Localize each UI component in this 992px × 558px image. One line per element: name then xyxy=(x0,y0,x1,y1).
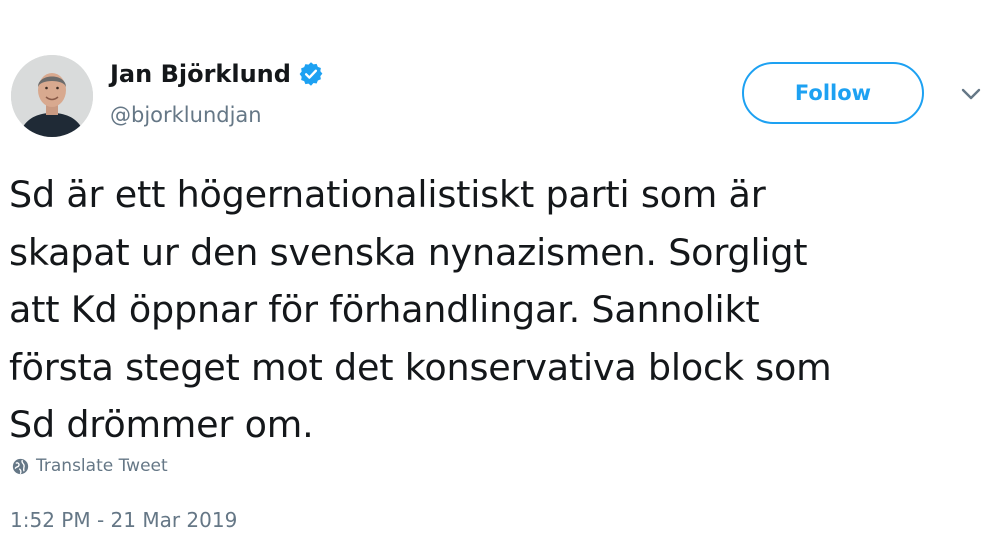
tweet-timestamp[interactable]: 1:52 PM - 21 Mar 2019 xyxy=(10,508,237,532)
avatar-portrait-icon xyxy=(11,55,93,137)
translate-tweet-link[interactable]: Translate Tweet xyxy=(12,456,168,476)
user-handle[interactable]: @bjorklundjan xyxy=(110,102,262,128)
tweet-card: Jan Björklund @bjorklundjan Follow Sd är… xyxy=(0,0,992,558)
follow-button[interactable]: Follow xyxy=(742,62,924,124)
tweet-text: Sd är ett högernationalistiskt parti som… xyxy=(9,166,984,454)
avatar[interactable] xyxy=(11,55,93,137)
tweet-text-line: Sd är ett högernationalistiskt parti som… xyxy=(9,173,766,216)
verified-badge-icon xyxy=(299,62,323,86)
display-name[interactable]: Jan Björklund xyxy=(110,59,324,89)
tweet-text-line: första steget mot det konservativa block… xyxy=(9,345,832,389)
tweet-text-line: att Kd öppnar för förhandlingar. Sannoli… xyxy=(9,288,760,331)
display-name-text[interactable]: Jan Björklund xyxy=(110,59,291,89)
globe-icon xyxy=(12,458,29,474)
tweet-text-line: skapat ur den svenska nynazismen. Sorgli… xyxy=(9,230,808,274)
translate-label[interactable]: Translate Tweet xyxy=(36,456,168,476)
tweet-text-line: Sd drömmer om. xyxy=(9,403,314,446)
chevron-down-icon[interactable] xyxy=(958,84,984,104)
